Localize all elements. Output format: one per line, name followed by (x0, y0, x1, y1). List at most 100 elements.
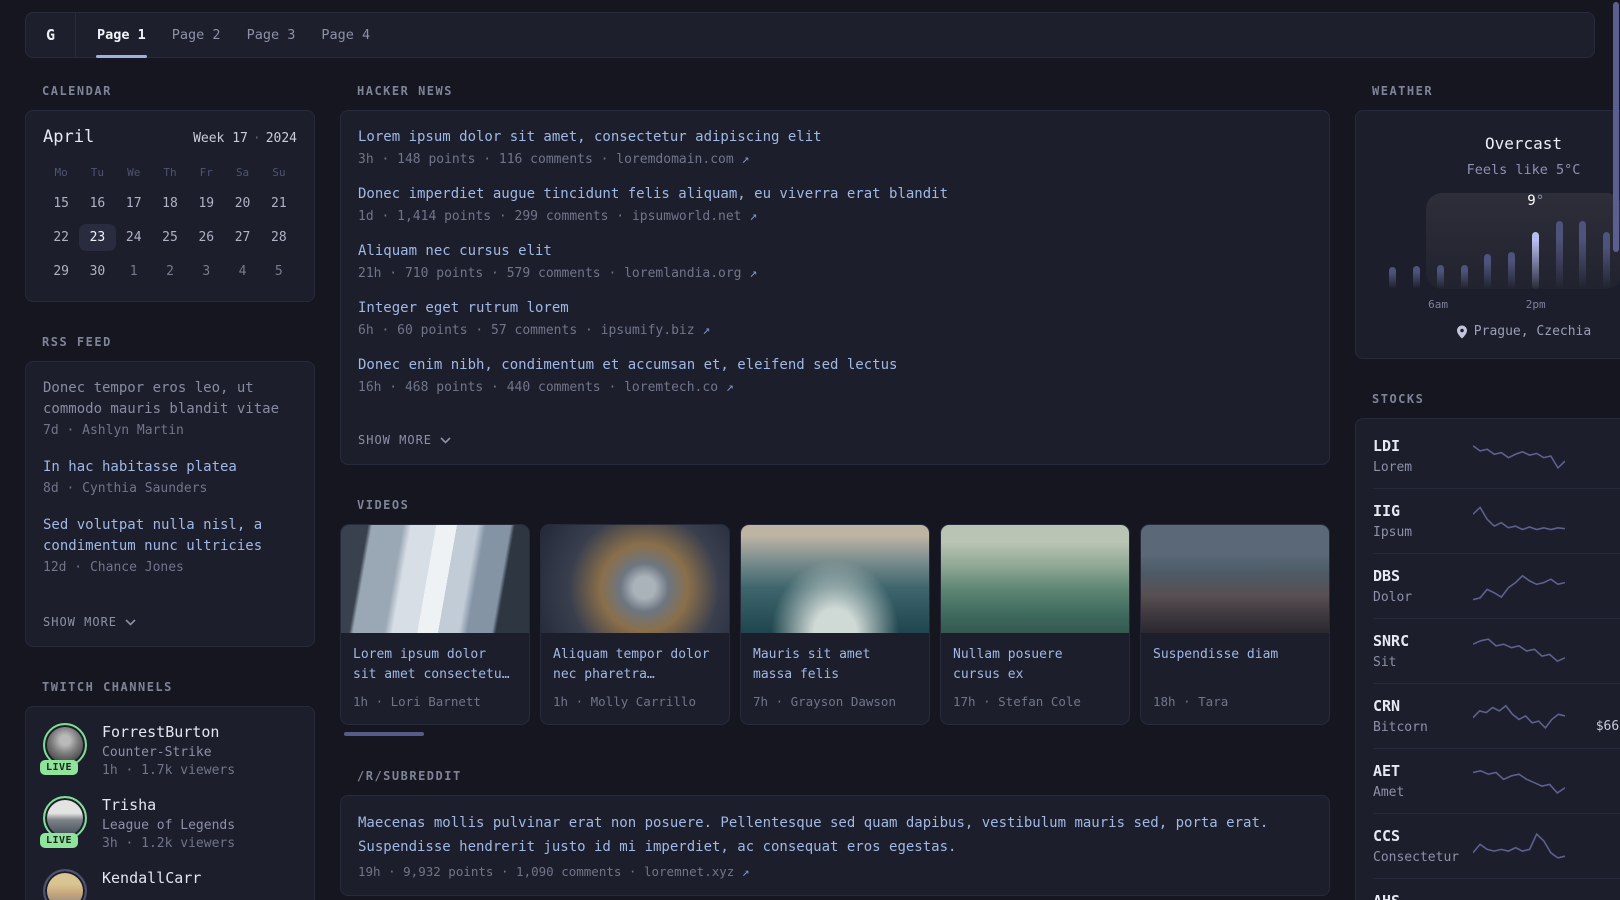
rss-widget-title: RSS FEED (42, 335, 112, 349)
weekday-header: Fr (199, 166, 213, 179)
domain-link[interactable]: ipsumify.biz (601, 323, 695, 338)
avatar (43, 869, 87, 900)
logo[interactable]: G (26, 13, 75, 57)
hackernews-item-title[interactable]: Aliquam nec cursus elit (358, 241, 1312, 262)
stock-row[interactable]: SNRC Sit +1.36% $148.64 (1373, 618, 1620, 683)
stock-row[interactable]: CRN Bitcorn -1.00% $66,171.48 (1373, 683, 1620, 748)
channel-name[interactable]: ForrestBurton (102, 723, 235, 741)
hackernews-item-title[interactable]: Donec imperdiet augue tincidunt felis al… (358, 184, 1312, 205)
tab-page-4[interactable]: Page 4 (308, 13, 383, 57)
video-card[interactable]: Mauris sit amet massa felis 7h · Grayson… (740, 524, 930, 726)
domain-link[interactable]: loremlandia.org (624, 266, 741, 281)
stock-row[interactable]: AHS +0.46% (1373, 878, 1620, 900)
video-card[interactable]: Aliquam tempor dolor nec pharetra… 1h · … (540, 524, 730, 726)
twitch-channel[interactable]: LIVE ForrestBurton Counter-Strike 1h · 1… (40, 723, 297, 778)
top-bar: G Page 1 Page 2 Page 3 Page 4 (25, 12, 1595, 58)
channel-meta: 1h · 1.7k viewers (102, 763, 236, 778)
reddit-card: Maecenas mollis pulvinar erat non posuer… (340, 795, 1330, 896)
live-badge: LIVE (40, 833, 79, 848)
weather-bar (1460, 264, 1468, 289)
calendar-day-outside: 5 (274, 264, 283, 279)
chevron-down-icon (125, 618, 136, 626)
stock-symbol: CRN (1373, 697, 1401, 715)
stock-price: $156.28 (1565, 589, 1620, 604)
stock-sparkline (1473, 569, 1565, 603)
tab-page-2[interactable]: Page 2 (159, 13, 234, 57)
rss-item-title[interactable]: Donec tempor eros leo, ut commodo mauris… (43, 378, 297, 420)
rss-item-meta: 8d · Cynthia Saunders (43, 481, 208, 496)
hackernews-show-more-button[interactable]: SHOW MORE (358, 433, 451, 447)
weather-bar (1484, 253, 1492, 289)
stock-name: Bitcorn (1373, 720, 1428, 735)
video-card[interactable]: Suspendisse diam 18h · Tara (1140, 524, 1330, 726)
videos-widget: VIDEOS Lorem ipsum dolor sit amet consec… (340, 498, 1330, 737)
left-column: CALENDAR April Week 17 · 2024 Mo Tu We Th … (25, 84, 315, 900)
weather-location: Prague, Czechia (1373, 324, 1620, 342)
page-scrollbar[interactable] (1613, 0, 1619, 900)
video-title: Aliquam tempor dolor nec pharetra… (553, 647, 710, 683)
calendar-day: 28 (271, 230, 287, 245)
hackernews-item-title[interactable]: Lorem ipsum dolor sit amet, consectetur … (358, 127, 1312, 148)
rss-item-title[interactable]: Sed volutpat nulla nisl, a condimentum n… (43, 515, 297, 557)
calendar-day: 22 (53, 230, 69, 245)
rss-item: Donec tempor eros leo, ut commodo mauris… (43, 378, 297, 438)
video-title: Lorem ipsum dolor sit amet consectetu… (353, 647, 510, 683)
stock-row[interactable]: DBS Dolor +1.42% $156.28 (1373, 553, 1620, 618)
weather-condition: Overcast (1484, 134, 1563, 153)
channel-name[interactable]: Trisha (102, 796, 235, 814)
rss-show-more-button[interactable]: SHOW MORE (43, 615, 136, 629)
stock-change: -1.00% (1565, 698, 1620, 714)
hackernews-item-meta: 1d · 1,414 points · 299 comments · ipsum… (358, 209, 758, 224)
stock-symbol: DBS (1373, 567, 1401, 585)
weather-time-label: 6am (1428, 298, 1448, 311)
reddit-post-meta: 19h · 9,932 points · 1,090 comments · lo… (358, 863, 750, 879)
domain-link[interactable]: loremdomain.com (616, 152, 733, 167)
video-card[interactable]: Nullam posuere cursus ex 17h · Stefan Co… (940, 524, 1130, 726)
stock-row[interactable]: CCS Consectetur +0.51% $165.84 (1373, 813, 1620, 878)
video-meta: 7h · Grayson Dawson (753, 694, 896, 710)
calendar-day: 17 (125, 196, 142, 211)
calendar-day: 15 (53, 196, 69, 211)
stock-symbol: IIG (1373, 502, 1401, 520)
stock-row[interactable]: LDI Lorem +4.35% $795.18 (1373, 424, 1620, 488)
video-thumbnail (341, 525, 529, 633)
video-thumbnail (741, 525, 929, 633)
hackernews-item-title[interactable]: Donec enim nibh, condimentum et accumsan… (358, 355, 1312, 376)
domain-link[interactable]: loremtech.co (624, 380, 718, 395)
reddit-post: Maecenas mollis pulvinar erat non posuer… (358, 812, 1312, 879)
stock-change: +2.84% (1565, 503, 1620, 519)
tab-page-1[interactable]: Page 1 (84, 13, 159, 58)
calendar-day: 21 (271, 196, 287, 211)
rss-card: Donec tempor eros leo, ut commodo mauris… (25, 361, 315, 647)
hackernews-item-title[interactable]: Integer eget rutrum lorem (358, 298, 1312, 319)
chevron-down-icon (440, 436, 451, 444)
hackernews-item: Integer eget rutrum lorem 6h · 60 points… (358, 298, 1312, 338)
external-link-icon: ↗ (702, 323, 711, 338)
rss-item: In hac habitasse platea 8d · Cynthia Sau… (43, 457, 297, 496)
domain-link[interactable]: loremnet.xyz (644, 864, 734, 879)
stock-row[interactable]: IIG Ipsum +2.84% $42.04 (1373, 488, 1620, 553)
domain-link[interactable]: ipsumworld.net (632, 209, 742, 224)
twitch-channel[interactable]: KendallCarr (43, 869, 297, 900)
tab-page-3[interactable]: Page 3 (234, 13, 309, 57)
reddit-widget-title: /R/SUBREDDIT (357, 769, 462, 784)
channel-name[interactable]: KendallCarr (102, 869, 201, 887)
videos-scrollbar-thumb[interactable] (344, 732, 424, 737)
stock-row[interactable]: AET Amet +0.92% $499.72 (1373, 748, 1620, 813)
video-meta: 18h · Tara (1153, 694, 1229, 709)
stock-sparkline (1473, 439, 1565, 473)
videos-scrollbar[interactable] (340, 732, 1330, 737)
calendar-day: 24 (125, 230, 142, 245)
twitch-channel[interactable]: LIVE Trisha League of Legends 3h · 1.2k … (40, 796, 297, 851)
calendar-grid: Mo Tu We Th Fr Sa Su 15 16 17 18 19 20 2… (43, 166, 297, 285)
calendar-day: 30 (89, 264, 106, 279)
reddit-post-title[interactable]: Maecenas mollis pulvinar erat non posuer… (358, 812, 1312, 860)
weather-feels-like: Feels like 5°C (1466, 162, 1581, 178)
page-scrollbar-thumb[interactable] (1613, 2, 1619, 252)
stock-change: +1.36% (1565, 633, 1620, 649)
external-link-icon: ↗ (725, 380, 734, 395)
rss-item-title[interactable]: In hac habitasse platea (43, 457, 297, 478)
separator-dot: · (252, 131, 261, 146)
videos-widget-title: VIDEOS (357, 498, 410, 512)
video-card[interactable]: Lorem ipsum dolor sit amet consectetu… 1… (340, 524, 530, 726)
